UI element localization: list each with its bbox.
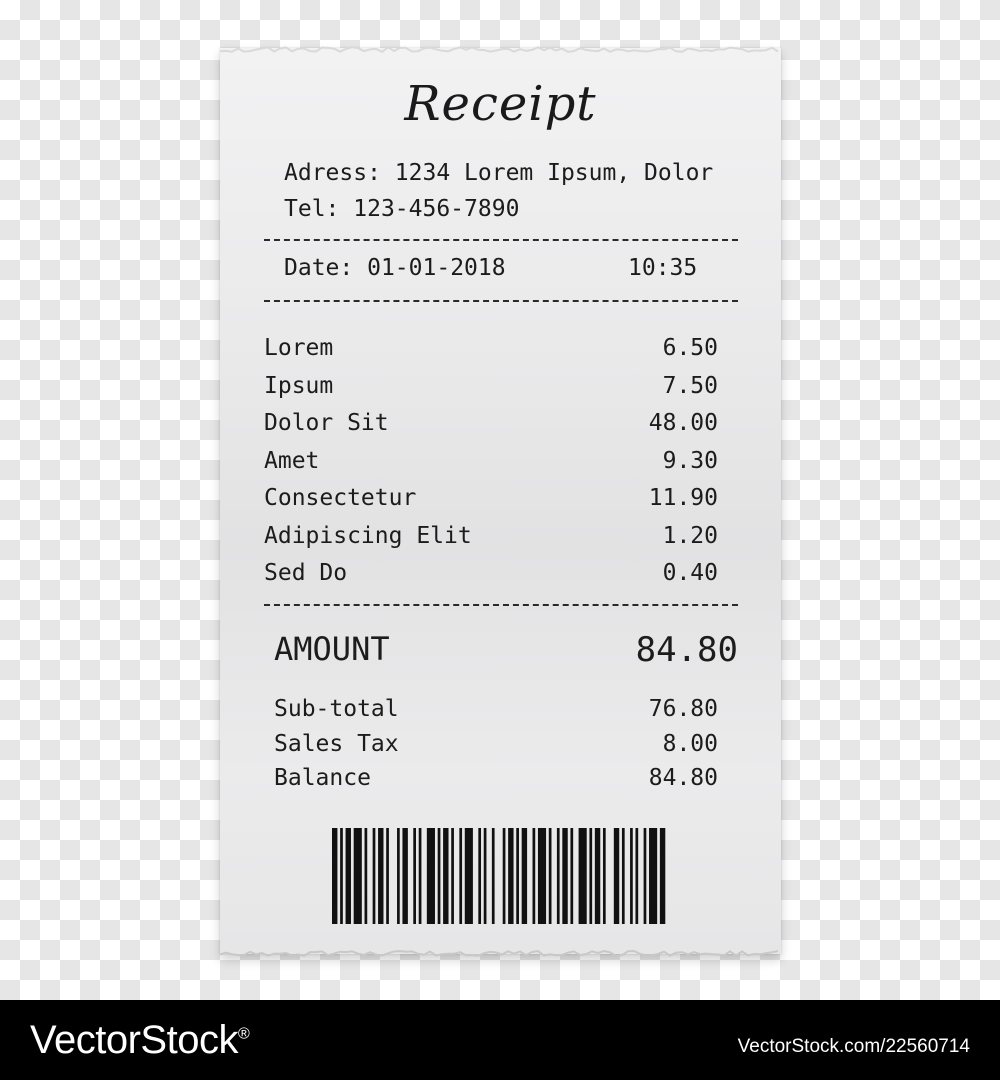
item-row: Dolor Sit 48.00 bbox=[264, 410, 718, 440]
barcode-bar bbox=[378, 828, 384, 924]
barcode-bar bbox=[402, 828, 408, 924]
barcode-bar bbox=[659, 828, 666, 924]
barcode-bar bbox=[594, 828, 601, 924]
barcode-bar bbox=[556, 828, 560, 924]
barcode-bar bbox=[413, 828, 416, 924]
item-name: Ipsum bbox=[264, 373, 334, 399]
item-price: 7.50 bbox=[662, 373, 718, 399]
barcode-bar bbox=[478, 828, 482, 924]
watermark-image-id: VectorStock.com/22560714 bbox=[737, 1036, 970, 1057]
item-price: 48.00 bbox=[648, 410, 718, 436]
barcode-bar bbox=[649, 828, 658, 924]
barcode-bar bbox=[353, 828, 362, 924]
barcode-bar bbox=[418, 828, 422, 924]
summary-label: Sales Tax bbox=[274, 731, 399, 757]
divider-1 bbox=[264, 239, 738, 241]
barcode-bar bbox=[372, 828, 376, 924]
address-label: Adress: bbox=[284, 160, 381, 186]
item-name: Dolor Sit bbox=[264, 410, 389, 436]
summary-row: Sub-total 76.80 bbox=[274, 696, 718, 726]
barcode-bar bbox=[521, 828, 528, 924]
divider-2 bbox=[264, 300, 738, 302]
item-row: Adipiscing Elit 1.20 bbox=[264, 523, 718, 553]
item-price: 9.30 bbox=[662, 448, 718, 474]
barcode-bar bbox=[386, 828, 389, 924]
barcode-bar bbox=[643, 828, 647, 924]
barcode-bar bbox=[345, 828, 351, 924]
receipt-title: Receipt bbox=[404, 76, 597, 132]
barcode-bar bbox=[491, 828, 495, 924]
barcode-bar bbox=[464, 828, 473, 924]
barcode-bar bbox=[570, 828, 574, 924]
summary-value: 8.00 bbox=[662, 731, 718, 757]
barcode bbox=[332, 828, 666, 924]
phone-line: Tel: 123-456-7890 bbox=[284, 196, 519, 222]
item-name: Sed Do bbox=[264, 560, 348, 586]
torn-edge-bottom bbox=[220, 949, 779, 958]
item-row: Sed Do 0.40 bbox=[264, 560, 718, 590]
summary-value: 84.80 bbox=[648, 765, 718, 791]
barcode-bar bbox=[443, 828, 449, 924]
barcode-bar bbox=[630, 828, 633, 924]
barcode-bar bbox=[426, 828, 435, 924]
item-price: 11.90 bbox=[648, 485, 718, 511]
item-row: Ipsum 7.50 bbox=[264, 373, 718, 403]
torn-edge-top bbox=[220, 46, 779, 54]
item-name: Adipiscing Elit bbox=[264, 523, 472, 549]
item-row: Consectetur 11.90 bbox=[264, 485, 718, 515]
barcode-bar bbox=[602, 828, 606, 924]
barcode-bar bbox=[578, 828, 587, 924]
summary-value: 76.80 bbox=[648, 696, 718, 722]
address-line: Adress: 1234 Lorem Ipsum, Dolor bbox=[284, 160, 713, 186]
item-row: Amet 9.30 bbox=[264, 448, 718, 478]
item-price: 0.40 bbox=[662, 560, 718, 586]
barcode-bar bbox=[502, 828, 506, 924]
barcode-bar bbox=[451, 828, 454, 924]
item-name: Lorem bbox=[264, 335, 334, 361]
barcode-bar bbox=[537, 828, 547, 924]
barcode-bar bbox=[516, 828, 519, 924]
date-value: 01-01-2018 bbox=[367, 255, 506, 281]
watermark-logo: VectorStock® bbox=[30, 1018, 250, 1063]
item-price: 6.50 bbox=[662, 335, 718, 361]
date-line: Date: 01-01-2018 bbox=[284, 255, 506, 281]
barcode-bar bbox=[613, 828, 620, 924]
barcode-bar bbox=[332, 828, 338, 924]
summary-row: Sales Tax 8.00 bbox=[274, 731, 718, 761]
amount-row: AMOUNT 84.80 bbox=[274, 630, 738, 670]
registered-mark: ® bbox=[237, 1025, 250, 1043]
watermark-bar: VectorStock® VectorStock.com/22560714 bbox=[0, 1000, 1000, 1080]
barcode-bar bbox=[589, 828, 593, 924]
amount-label: AMOUNT bbox=[274, 630, 390, 668]
barcode-bar bbox=[483, 828, 487, 924]
item-row: Lorem 6.50 bbox=[264, 335, 718, 365]
barcode-bar bbox=[340, 828, 343, 924]
item-name: Consectetur bbox=[264, 485, 417, 511]
barcode-bar bbox=[621, 828, 625, 924]
phone-value: 123-456-7890 bbox=[353, 196, 520, 222]
time-value: 10:35 bbox=[628, 255, 698, 281]
barcode-bar bbox=[364, 828, 368, 924]
amount-value: 84.80 bbox=[635, 630, 738, 670]
barcode-bar bbox=[532, 828, 536, 924]
barcode-bar bbox=[397, 828, 400, 924]
summary-label: Sub-total bbox=[274, 696, 399, 722]
address-value: 1234 Lorem Ipsum, Dolor bbox=[394, 160, 714, 186]
phone-label: Tel: bbox=[284, 196, 340, 222]
summary-row: Balance 84.80 bbox=[274, 765, 718, 795]
barcode-bar bbox=[437, 828, 441, 924]
barcode-bar bbox=[508, 828, 514, 924]
date-label: Date: bbox=[284, 255, 354, 281]
summary-label: Balance bbox=[274, 765, 371, 791]
barcode-bar bbox=[548, 828, 552, 924]
watermark-brand: VectorStock bbox=[30, 1018, 238, 1062]
barcode-bar bbox=[459, 828, 463, 924]
item-name: Amet bbox=[264, 448, 320, 474]
receipt-paper: Receipt Adress: 1234 Lorem Ipsum, Dolor … bbox=[220, 46, 781, 958]
barcode-bar bbox=[562, 828, 568, 924]
divider-3 bbox=[264, 604, 738, 606]
item-price: 1.20 bbox=[662, 523, 718, 549]
barcode-bar bbox=[635, 828, 639, 924]
